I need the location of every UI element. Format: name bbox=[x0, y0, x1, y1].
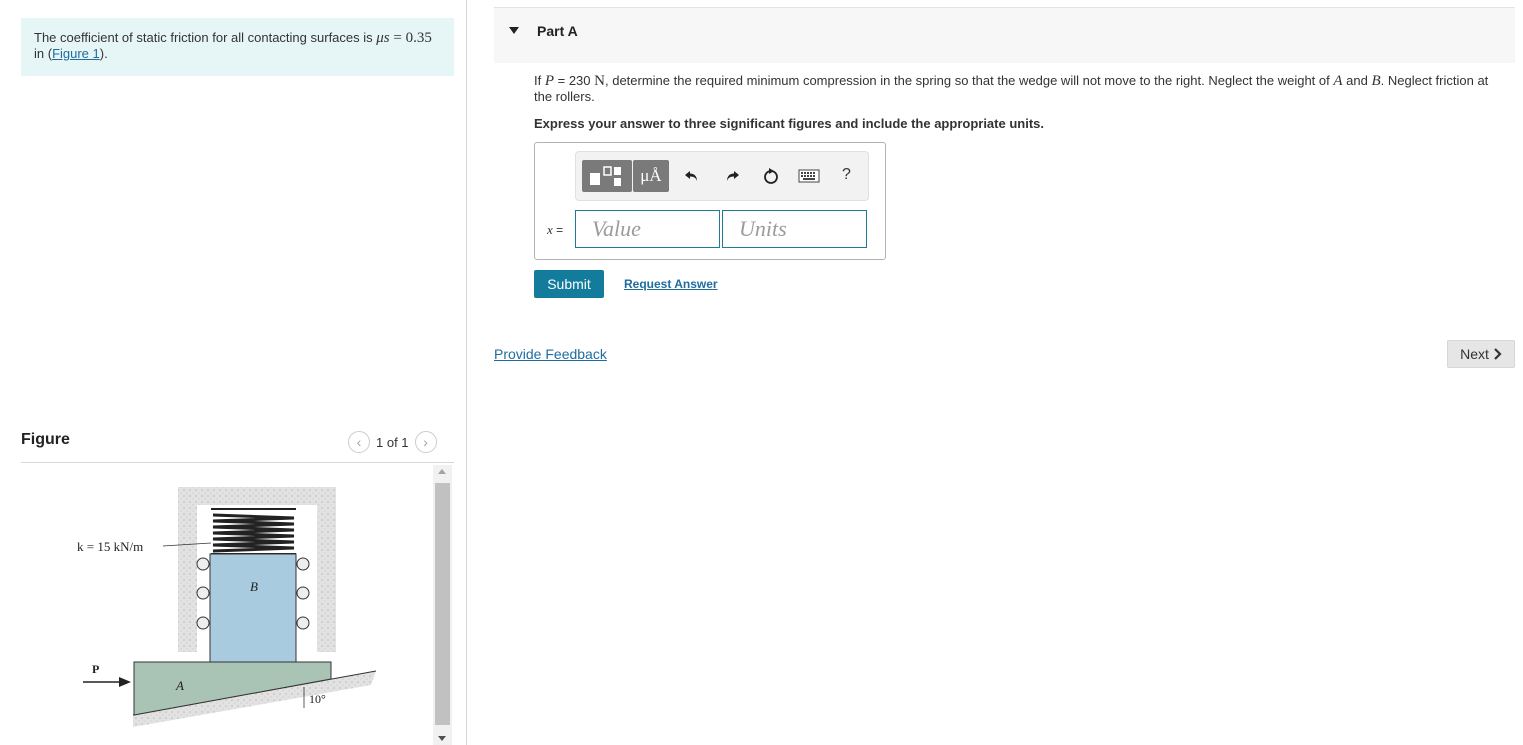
keyboard-icon[interactable] bbox=[797, 164, 821, 188]
request-answer-link[interactable]: Request Answer bbox=[624, 277, 718, 291]
scrollbar-thumb[interactable] bbox=[435, 483, 450, 725]
pane-divider bbox=[466, 0, 467, 745]
mu-symbol: μs = 0.35 bbox=[376, 30, 432, 46]
figure-title: Figure bbox=[21, 431, 70, 448]
answer-box: μÅ ? x = bbox=[534, 142, 886, 260]
force-arrowhead bbox=[119, 677, 131, 687]
units-input[interactable] bbox=[722, 210, 867, 248]
chevron-right-icon bbox=[1494, 348, 1502, 360]
math-toolbar: μÅ ? bbox=[575, 151, 869, 201]
intro-suffix: ). bbox=[99, 46, 108, 61]
angle-label: 10° bbox=[309, 692, 326, 706]
answer-instruction: Express your answer to three significant… bbox=[534, 116, 1044, 131]
answer-variable-label: x = bbox=[547, 222, 564, 237]
spring-constant-label: k = 15 kN/m bbox=[77, 539, 143, 554]
templates-button[interactable] bbox=[582, 160, 632, 192]
provide-feedback-link[interactable]: Provide Feedback bbox=[494, 346, 607, 362]
figure-link[interactable]: Figure 1 bbox=[52, 46, 100, 61]
reset-icon[interactable] bbox=[759, 164, 783, 188]
block-a-label: A bbox=[175, 678, 184, 693]
next-button[interactable]: Next bbox=[1447, 340, 1515, 368]
submit-button[interactable]: Submit bbox=[534, 270, 604, 298]
figure-pager: ‹ 1 of 1 › bbox=[348, 430, 437, 454]
intro-text: The coefficient of static friction for a… bbox=[34, 30, 377, 45]
intro-in-text: in ( bbox=[34, 46, 53, 61]
help-button[interactable]: ? bbox=[842, 166, 851, 184]
figure-divider bbox=[21, 462, 454, 463]
undo-icon[interactable] bbox=[680, 164, 704, 188]
part-title: Part A bbox=[537, 23, 578, 39]
figure-viewport: B k = 15 kN/m A P 10° bbox=[21, 465, 431, 745]
force-label: P bbox=[92, 662, 99, 676]
chevron-right-icon[interactable]: › bbox=[414, 431, 437, 453]
scroll-up-icon[interactable] bbox=[438, 469, 446, 474]
pager-text: 1 of 1 bbox=[376, 434, 409, 450]
scroll-down-icon[interactable] bbox=[438, 736, 446, 741]
part-a-header[interactable]: Part A bbox=[494, 7, 1515, 63]
units-symbol-button[interactable]: μÅ bbox=[633, 160, 669, 192]
value-input[interactable] bbox=[575, 210, 720, 248]
collapse-caret-icon[interactable] bbox=[509, 27, 519, 34]
wedge-spring-diagram: B k = 15 kN/m A P 10° bbox=[77, 487, 377, 727]
block-b-label: B bbox=[250, 579, 258, 594]
chevron-left-icon[interactable]: ‹ bbox=[348, 431, 370, 453]
figure-scrollbar[interactable] bbox=[433, 465, 452, 745]
next-label: Next bbox=[1460, 346, 1489, 362]
question-text: If P = 230 N, determine the required min… bbox=[534, 73, 1489, 104]
problem-intro: The coefficient of static friction for a… bbox=[21, 18, 454, 76]
redo-icon[interactable] bbox=[720, 164, 744, 188]
templates-icon bbox=[590, 166, 621, 186]
block-b bbox=[209, 553, 297, 663]
